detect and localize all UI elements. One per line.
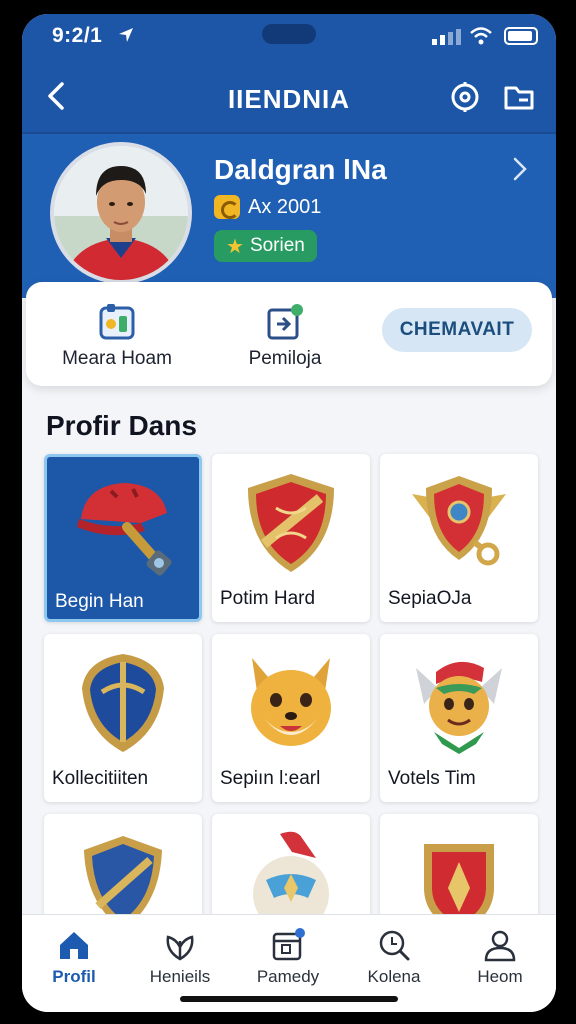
red-gold-shield-icon (248, 474, 334, 572)
collection-item-label: Sepiın l:earl (220, 768, 321, 789)
signal-icon (432, 29, 461, 45)
leaf-icon (166, 935, 194, 961)
location-arrow-icon (119, 28, 133, 42)
collection-item-label: Begin Han (55, 591, 144, 612)
status-bar: 9:2/1 (22, 14, 556, 58)
collection-item-label: Votels Tim (388, 768, 476, 789)
rank-text: Ax 2001 (248, 195, 322, 218)
collection-item-label: SepiaOJa (388, 588, 472, 609)
person-icon (484, 930, 516, 962)
profile-name: Daldgran lNa (214, 154, 387, 185)
fox-mascot-icon (251, 658, 331, 746)
collection-item[interactable]: SepiaOJa (380, 454, 538, 622)
green-scarf-fox-icon (416, 661, 502, 754)
rank-icon (214, 195, 240, 219)
tab-heom[interactable]: Heom (450, 927, 550, 987)
avatar[interactable] (50, 142, 192, 284)
chevron-right-icon[interactable] (510, 154, 530, 184)
collection-item[interactable]: Votels Tim (380, 634, 538, 802)
camera-notch (262, 24, 316, 44)
tab-profil[interactable]: Profil (24, 927, 124, 987)
collection-item-label: Potim Hard (220, 588, 316, 609)
battery-icon (504, 27, 538, 45)
header-area: 9:2/1 IIENDNIA Daldgran lNa Ax 2001 ★ So… (22, 14, 556, 298)
share-badge-icon (267, 304, 303, 340)
red-helmet-icon (77, 483, 172, 576)
action-pemiloja[interactable]: Pemiloja (210, 302, 360, 370)
target-icon[interactable] (448, 80, 482, 114)
tab-label: Pamedy (256, 967, 320, 986)
tab-label: Kolena (367, 967, 421, 986)
tab-kolena[interactable]: Kolena (344, 927, 444, 987)
action-card: Meara Hoam Pemiloja CHEMAVAIT (26, 282, 552, 386)
star-icon: ★ (226, 235, 244, 258)
tab-label: Profil (52, 967, 96, 986)
section-title: Profir Dans (46, 410, 197, 441)
action-meara-hoam[interactable]: Meara Hoam (42, 302, 192, 370)
action-label: Meara Hoam (62, 348, 172, 369)
cta-button[interactable]: CHEMAVAIT (382, 308, 532, 352)
tab-pamedy[interactable]: Pamedy (238, 927, 338, 987)
status-badge: ★ Sorien (214, 230, 317, 262)
collection-item[interactable]: Sepiın l:earl (212, 634, 370, 802)
rank-row: Ax 2001 (214, 192, 321, 222)
collection-grid: Begin Han Potim Hard SepiaOJa Kollecitii… (44, 454, 538, 982)
calendar-icon (272, 928, 305, 961)
tab-henieils[interactable]: Henieils (130, 927, 230, 987)
tab-label: Henieils (149, 967, 211, 986)
winged-shield-icon (412, 476, 506, 566)
search-icon (379, 930, 410, 961)
player-avatar-image (54, 146, 188, 280)
badge-label: Sorien (249, 235, 305, 256)
collection-item-label: Kollecitiiten (52, 768, 149, 789)
nav-bar: IIENDNIA (22, 70, 556, 134)
folder-icon[interactable] (502, 80, 536, 114)
team-board-icon (99, 304, 135, 340)
status-time: 9:2/1 (52, 24, 103, 47)
home-indicator[interactable] (180, 996, 398, 1002)
action-label: Pemiloja (248, 348, 322, 369)
tab-label: Heom (477, 967, 523, 986)
collection-item[interactable]: Begin Han (44, 454, 202, 622)
home-icon (60, 932, 88, 959)
wifi-icon (470, 27, 492, 45)
collection-item[interactable]: Potim Hard (212, 454, 370, 622)
blue-gold-shield-icon (82, 654, 164, 752)
phone-screen: 9:2/1 IIENDNIA Daldgran lNa Ax 2001 ★ So… (22, 14, 556, 1012)
collection-item[interactable]: Kollecitiiten (44, 634, 202, 802)
